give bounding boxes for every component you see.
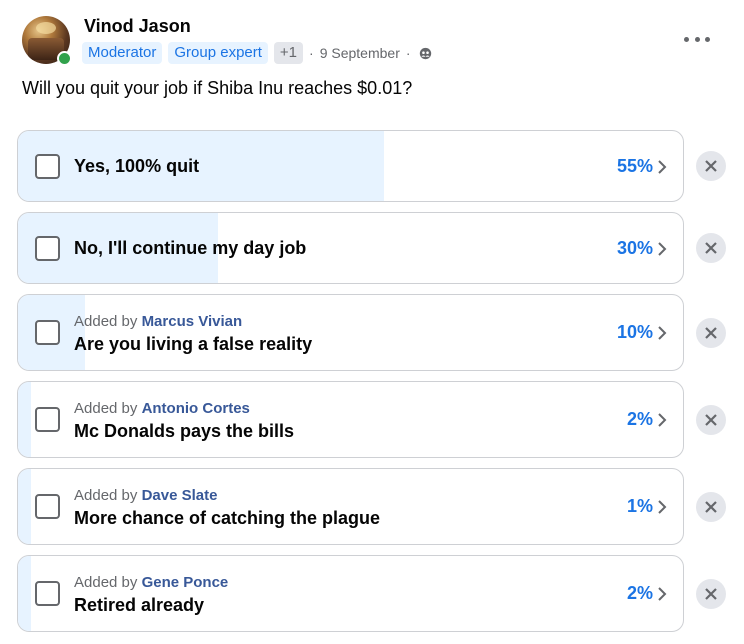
badge-moderator[interactable]: Moderator: [82, 42, 163, 64]
poll-option-bar: [18, 469, 32, 544]
close-icon: [705, 160, 717, 172]
meta-separator: ·: [405, 45, 411, 61]
poll-option[interactable]: Added by Gene Ponce Retired already 2%: [17, 555, 684, 632]
chevron-right-icon: [658, 159, 667, 174]
chevron-right-icon: [658, 241, 667, 256]
poll-option-bar: [18, 556, 32, 631]
close-icon: [705, 501, 717, 513]
poll-option[interactable]: Added by Marcus Vivian Are you living a …: [17, 294, 684, 371]
post-date[interactable]: 9 September: [320, 45, 400, 61]
poll-option-percent[interactable]: 1%: [627, 496, 667, 517]
remove-option-button[interactable]: [696, 579, 726, 609]
poll-checkbox[interactable]: [35, 320, 60, 345]
group-icon: [419, 47, 431, 59]
poll-option-percent[interactable]: 2%: [627, 583, 667, 604]
poll-checkbox[interactable]: [35, 581, 60, 606]
online-status-dot: [57, 51, 72, 66]
poll-checkbox[interactable]: [35, 154, 60, 179]
more-options-icon[interactable]: [684, 28, 710, 50]
poll-option-bar: [18, 131, 384, 201]
poll-option-label: Are you living a false reality: [74, 334, 313, 354]
remove-option-button[interactable]: [696, 318, 726, 348]
poll-option-percent[interactable]: 10%: [617, 322, 667, 343]
post-meta: Moderator Group expert +1 · 9 September …: [82, 42, 432, 64]
chevron-right-icon: [658, 499, 667, 514]
chevron-right-icon: [658, 412, 667, 427]
poll-option-percent[interactable]: 55%: [617, 156, 667, 177]
poll-option[interactable]: Added by Antonio Cortes Mc Donalds pays …: [17, 381, 684, 458]
poll-option[interactable]: Added by Dave Slate More chance of catch…: [17, 468, 684, 545]
poll-option[interactable]: No, I'll continue my day job 30%: [17, 212, 684, 284]
chevron-right-icon: [658, 325, 667, 340]
chevron-right-icon: [658, 586, 667, 601]
poll-option[interactable]: Yes, 100% quit 55%: [17, 130, 684, 202]
poll-option-added-by: Added by Marcus Vivian: [74, 313, 243, 330]
poll-option-bar: [18, 382, 32, 457]
badge-more[interactable]: +1: [273, 42, 304, 64]
remove-option-button[interactable]: [696, 492, 726, 522]
poll-option-label: Retired already: [74, 595, 205, 615]
badge-group-expert[interactable]: Group expert: [168, 42, 268, 64]
poll-checkbox[interactable]: [35, 494, 60, 519]
poll-option-added-by: Added by Dave Slate: [74, 487, 218, 504]
close-icon: [705, 588, 717, 600]
close-icon: [705, 327, 717, 339]
poll-option-label: Mc Donalds pays the bills: [74, 421, 295, 441]
poll-option-percent[interactable]: 2%: [627, 409, 667, 430]
close-icon: [705, 242, 717, 254]
avatar[interactable]: [22, 16, 72, 66]
poll-option-percent[interactable]: 30%: [617, 238, 667, 259]
meta-separator: ·: [309, 45, 314, 61]
adder-name[interactable]: Antonio Cortes: [142, 400, 250, 417]
remove-option-button[interactable]: [696, 233, 726, 263]
poll-option-added-by: Added by Gene Ponce: [74, 574, 229, 591]
poll-option-label: No, I'll continue my day job: [74, 238, 307, 258]
adder-name[interactable]: Dave Slate: [142, 487, 218, 504]
adder-name[interactable]: Marcus Vivian: [142, 313, 243, 330]
poll-checkbox[interactable]: [35, 236, 60, 261]
poll-option-label: More chance of catching the plague: [74, 508, 381, 528]
remove-option-button[interactable]: [696, 151, 726, 181]
poll-option-added-by: Added by Antonio Cortes: [74, 400, 250, 417]
poll-checkbox[interactable]: [35, 407, 60, 432]
post-question: Will you quit your job if Shiba Inu reac…: [22, 78, 413, 98]
adder-name[interactable]: Gene Ponce: [142, 574, 229, 591]
close-icon: [705, 414, 717, 426]
poll-option-label: Yes, 100% quit: [74, 156, 200, 176]
author-name[interactable]: Vinod Jason: [84, 16, 191, 37]
remove-option-button[interactable]: [696, 405, 726, 435]
